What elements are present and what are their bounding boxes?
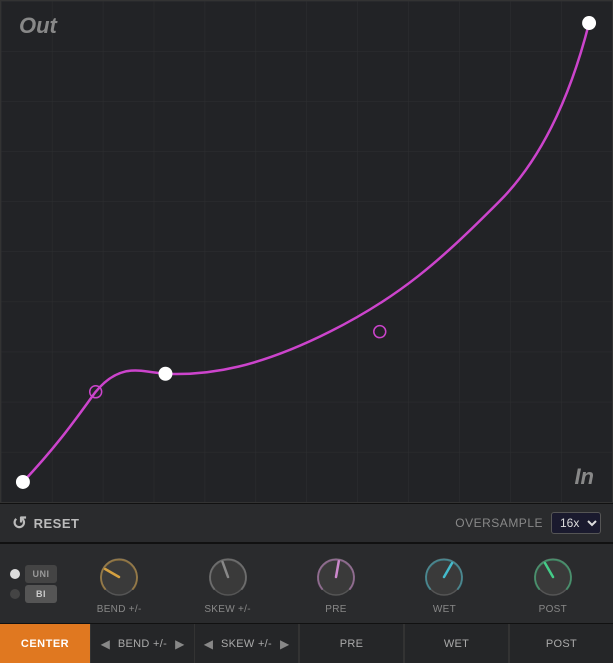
bend-left-arrow[interactable]: ◀: [97, 637, 114, 651]
post-knob[interactable]: [529, 553, 577, 601]
pre-label-bottom: PRE: [299, 624, 403, 663]
uni-indicator: [10, 569, 20, 579]
center-button[interactable]: CENTER: [0, 624, 90, 663]
reset-button[interactable]: ↺ RESET: [12, 513, 79, 534]
post-knob-label: POST: [539, 604, 567, 615]
reset-label: RESET: [34, 516, 80, 531]
controls-bar: ↺ RESET OVERSAMPLE 1x 2x 4x 8x 16x: [0, 503, 613, 543]
pre-knob-label: PRE: [325, 604, 346, 615]
oversample-container: OVERSAMPLE 1x 2x 4x 8x 16x: [455, 512, 601, 534]
wet-knob[interactable]: [420, 553, 468, 601]
uni-button[interactable]: UNI: [25, 565, 57, 583]
oversample-label: OVERSAMPLE: [455, 516, 543, 530]
wet-knob-wrapper: WET: [392, 553, 496, 615]
knob-row: UNI BI BEND +/-: [0, 543, 613, 623]
skew-label: SKEW +/-: [221, 638, 272, 650]
main-container: Out In ↺ RESET OVERSAMPLE 1x 2x 4x 8x 16…: [0, 0, 613, 663]
reset-icon: ↺: [12, 513, 28, 534]
pre-knob[interactable]: [312, 553, 360, 601]
wet-knob-label: WET: [433, 604, 456, 615]
bi-button[interactable]: BI: [25, 585, 57, 603]
bi-indicator: [10, 589, 20, 599]
pre-knob-wrapper: PRE: [284, 553, 388, 615]
skew-knob[interactable]: [204, 553, 252, 601]
bend-knob-label: BEND +/-: [97, 604, 142, 615]
bend-knob[interactable]: [95, 553, 143, 601]
skew-knob-label: SKEW +/-: [204, 604, 251, 615]
center-label: CENTER: [21, 638, 69, 650]
wet-label-bottom: WET: [404, 624, 508, 663]
uni-bi-toggle: UNI BI: [8, 565, 57, 603]
graph-area[interactable]: Out In: [0, 0, 613, 503]
skew-knob-wrapper: SKEW +/-: [175, 553, 279, 615]
graph-grid: [1, 1, 612, 502]
post-label-bottom: POST: [509, 624, 613, 663]
control-point-5[interactable]: [582, 16, 596, 30]
skew-left-arrow[interactable]: ◀: [200, 637, 217, 651]
control-point-3[interactable]: [158, 367, 172, 381]
oversample-select[interactable]: 1x 2x 4x 8x 16x: [551, 512, 601, 534]
bend-right-arrow[interactable]: ▶: [171, 637, 188, 651]
bend-control: ◀ BEND +/- ▶: [91, 624, 194, 663]
control-point-1[interactable]: [16, 475, 30, 489]
bend-knob-wrapper: BEND +/-: [67, 553, 171, 615]
post-knob-wrapper: POST: [501, 553, 605, 615]
skew-control: ◀ SKEW +/- ▶: [195, 624, 298, 663]
bend-label: BEND +/-: [118, 638, 167, 650]
skew-right-arrow[interactable]: ▶: [276, 637, 293, 651]
bottom-row: CENTER ◀ BEND +/- ▶ ◀ SKEW +/- ▶ PRE WET…: [0, 623, 613, 663]
